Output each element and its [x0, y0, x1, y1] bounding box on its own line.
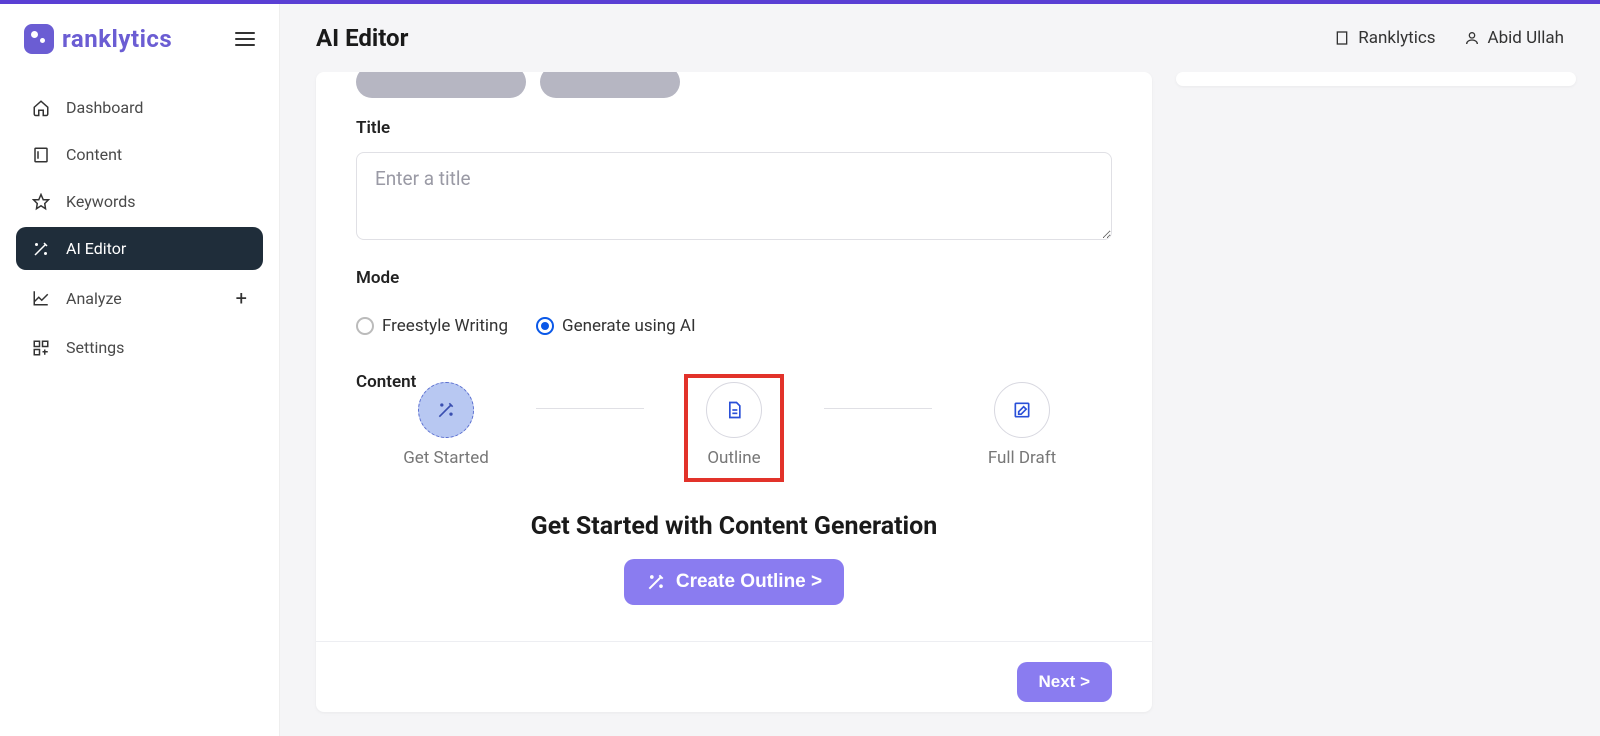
sidebar-item-label: Settings	[66, 338, 124, 357]
document-icon	[724, 400, 744, 420]
header: AI Editor Ranklytics Abid Ullah	[280, 4, 1600, 72]
editor-card: Title Mode Freestyle Writing Generate us…	[316, 72, 1152, 712]
brand-row: ranklytics	[0, 24, 279, 78]
keyword-tag[interactable]	[356, 72, 526, 98]
header-right: Ranklytics Abid Ullah	[1334, 28, 1564, 48]
star-icon	[32, 193, 50, 211]
page-icon	[32, 146, 50, 164]
sidebar-item-label: Dashboard	[66, 98, 143, 117]
chart-icon	[32, 289, 50, 307]
title-input[interactable]	[356, 152, 1112, 240]
user-name: Abid Ullah	[1488, 28, 1564, 48]
button-label: Create Outline >	[676, 571, 822, 593]
building-icon	[1334, 30, 1350, 46]
sidebar: ranklytics Dashboard Content	[0, 4, 280, 736]
side-panel-holder	[1176, 72, 1576, 712]
mode-options: Freestyle Writing Generate using AI	[356, 316, 1112, 336]
sidebar-nav: Dashboard Content Keywords AI Editor	[0, 86, 279, 373]
sidebar-item-label: Keywords	[66, 192, 136, 211]
brand-mark-icon	[24, 24, 54, 54]
grid-plus-icon	[32, 339, 50, 357]
sidebar-item-keywords[interactable]: Keywords	[16, 180, 263, 223]
step-connector	[536, 408, 644, 409]
content-steps: Get Started Outline	[356, 382, 1112, 468]
radio-label: Generate using AI	[562, 316, 696, 336]
brand-name: ranklytics	[62, 25, 172, 53]
card-footer: Next >	[316, 641, 1152, 712]
step-label: Outline	[707, 448, 760, 468]
radio-label: Freestyle Writing	[382, 316, 508, 336]
step-circle	[706, 382, 762, 438]
page-title: AI Editor	[316, 24, 408, 52]
sidebar-item-settings[interactable]: Settings	[16, 326, 263, 369]
edit-icon	[1012, 400, 1032, 420]
radio-icon	[356, 317, 374, 335]
step-circle	[418, 382, 474, 438]
step-get-started[interactable]: Get Started	[356, 382, 536, 468]
mode-freestyle[interactable]: Freestyle Writing	[356, 316, 508, 336]
mode-generate-ai[interactable]: Generate using AI	[536, 316, 696, 336]
home-icon	[32, 99, 50, 117]
step-connector	[824, 408, 932, 409]
radio-icon	[536, 317, 554, 335]
next-button[interactable]: Next >	[1017, 662, 1113, 702]
sidebar-item-content[interactable]: Content	[16, 133, 263, 176]
keyword-tags	[356, 72, 1112, 98]
keyword-tag[interactable]	[540, 72, 680, 98]
mode-label: Mode	[356, 268, 1112, 288]
sidebar-item-dashboard[interactable]: Dashboard	[16, 86, 263, 129]
brand[interactable]: ranklytics	[24, 24, 172, 54]
content-row: Title Mode Freestyle Writing Generate us…	[280, 72, 1600, 736]
step-full-draft[interactable]: Full Draft	[932, 382, 1112, 468]
create-outline-button[interactable]: Create Outline >	[624, 559, 844, 605]
step-label: Get Started	[403, 448, 489, 468]
step-label: Full Draft	[988, 448, 1056, 468]
button-label: Next >	[1039, 672, 1091, 691]
step-circle	[994, 382, 1050, 438]
user-icon	[1464, 30, 1480, 46]
side-panel	[1176, 72, 1576, 86]
sidebar-item-ai-editor[interactable]: AI Editor	[16, 227, 263, 270]
title-label: Title	[356, 118, 1112, 138]
plus-icon[interactable]: +	[236, 286, 247, 310]
step-outline[interactable]: Outline	[644, 382, 824, 468]
sidebar-item-label: Analyze	[66, 289, 122, 308]
generation-heading: Get Started with Content Generation	[356, 512, 1112, 541]
org-switcher[interactable]: Ranklytics	[1334, 28, 1435, 48]
wand-icon	[646, 572, 666, 592]
sidebar-item-label: Content	[66, 145, 122, 164]
org-name: Ranklytics	[1358, 28, 1435, 48]
sidebar-item-analyze[interactable]: Analyze +	[16, 274, 263, 322]
app-shell: ranklytics Dashboard Content	[0, 4, 1600, 736]
sidebar-item-label: AI Editor	[66, 239, 126, 258]
wand-icon	[436, 400, 456, 420]
main-area: AI Editor Ranklytics Abid Ullah	[280, 4, 1600, 736]
wand-icon	[32, 240, 50, 258]
user-menu[interactable]: Abid Ullah	[1464, 28, 1564, 48]
menu-toggle-icon[interactable]	[235, 32, 255, 46]
